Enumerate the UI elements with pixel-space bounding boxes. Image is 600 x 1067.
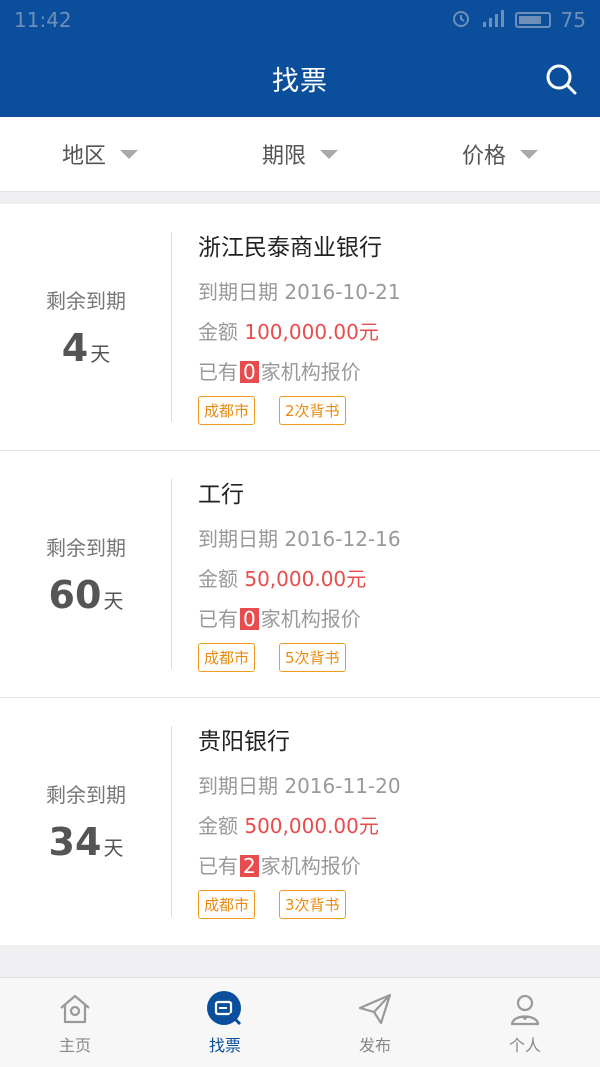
tag-city: 成都市 bbox=[198, 396, 256, 425]
quote-count-badge: 2 bbox=[240, 855, 259, 877]
nav-label: 发布 bbox=[358, 1035, 391, 1055]
amount-prefix: 金额 bbox=[198, 320, 238, 344]
tag-list: 成都市 3次背书 bbox=[198, 890, 600, 919]
page-title: 找票 bbox=[272, 66, 328, 97]
quote-suffix: 家机构报价 bbox=[260, 854, 361, 878]
quote-line: 已有 0 家机构报价 bbox=[198, 603, 600, 631]
amount-value: 500,000.00元 bbox=[244, 814, 379, 838]
tag-endorsement: 5次背书 bbox=[279, 643, 346, 672]
remain-days-number: 4 bbox=[61, 325, 89, 370]
nav-profile[interactable]: 个人 bbox=[450, 978, 600, 1067]
due-prefix: 到期日期 bbox=[198, 774, 278, 798]
remain-label: 剩余到期 bbox=[46, 783, 126, 807]
status-icons: 75 bbox=[451, 8, 586, 33]
remain-block: 剩余到期 34 天 bbox=[0, 698, 172, 945]
bill-details: 浙江民泰商业银行 到期日期 2016-10-21 金额 100,000.00元 … bbox=[172, 204, 600, 450]
quote-suffix: 家机构报价 bbox=[260, 360, 361, 384]
tag-endorsement: 2次背书 bbox=[279, 396, 346, 425]
home-icon bbox=[56, 990, 94, 1028]
alarm-icon bbox=[451, 8, 471, 33]
quote-prefix: 已有 bbox=[198, 607, 238, 631]
tag-city: 成都市 bbox=[198, 890, 256, 919]
paper-plane-icon bbox=[356, 990, 394, 1028]
due-date: 2016-10-21 bbox=[284, 280, 401, 304]
bill-details: 工行 到期日期 2016-12-16 金额 50,000.00元 已有 0 家机构报… bbox=[172, 451, 600, 697]
remain-days: 4天 bbox=[62, 326, 110, 370]
remain-days: 34 天 bbox=[49, 820, 124, 864]
nav-find-ticket[interactable]: 找票 bbox=[150, 978, 300, 1067]
amount-value: 100,000.00元 bbox=[244, 320, 379, 344]
nav-home[interactable]: 主页 bbox=[0, 978, 150, 1067]
chevron-down-icon bbox=[320, 149, 338, 159]
app-header: 找票 bbox=[0, 40, 600, 117]
remain-days-number: 60 bbox=[48, 572, 102, 617]
status-time: 11:42 bbox=[14, 8, 72, 32]
due-date: 2016-11-20 bbox=[284, 774, 401, 798]
nav-label: 主页 bbox=[58, 1035, 91, 1055]
amount-line: 金额 100,000.00元 bbox=[198, 316, 600, 344]
amount-prefix: 金额 bbox=[198, 567, 238, 591]
bill-card[interactable]: 剩余到期 4天 浙江民泰商业银行 到期日期 2016-10-21 金额 100,… bbox=[0, 204, 600, 451]
filter-region[interactable]: 地区 bbox=[0, 138, 200, 170]
amount-value: 50,000.00元 bbox=[244, 567, 367, 591]
battery-icon bbox=[514, 12, 551, 28]
status-bar: 11:42 75 bbox=[0, 0, 600, 40]
filter-price[interactable]: 价格 bbox=[400, 138, 600, 170]
bank-name: 贵阳银行 bbox=[198, 729, 290, 755]
remain-unit: 天 bbox=[103, 836, 124, 860]
bill-card[interactable]: 剩余到期 60 天 工行 到期日期 2016-12-16 金额 50,000.00… bbox=[0, 451, 600, 698]
tag-list: 成都市 2次背书 bbox=[198, 396, 600, 425]
remain-days: 60 天 bbox=[49, 573, 124, 617]
remain-days-number: 34 bbox=[48, 820, 102, 864]
remain-label: 剩余到期 bbox=[46, 288, 126, 313]
remain-label: 剩余到期 bbox=[46, 535, 126, 560]
nav-label: 个人 bbox=[508, 1035, 541, 1055]
nav-label: 找票 bbox=[208, 1035, 241, 1055]
due-date-line: 到期日期 2016-12-16 bbox=[198, 523, 600, 551]
tag-city: 成都市 bbox=[198, 643, 256, 672]
bill-list: 剩余到期 4天 浙江民泰商业银行 到期日期 2016-10-21 金额 100,… bbox=[0, 204, 600, 945]
quote-line: 已有 2 家机构报价 bbox=[198, 850, 600, 878]
person-icon bbox=[506, 990, 544, 1028]
remain-unit: 天 bbox=[103, 588, 124, 613]
remain-block: 剩余到期 4天 bbox=[0, 204, 172, 450]
bottom-nav: 主页 找票 发布 个人 bbox=[0, 977, 600, 1067]
filter-bar: 地区 期限 价格 bbox=[0, 117, 600, 192]
due-date: 2016-12-16 bbox=[284, 527, 401, 551]
filter-label: 价格 bbox=[461, 144, 506, 169]
quote-prefix: 已有 bbox=[198, 854, 238, 878]
search-icon bbox=[546, 64, 577, 94]
due-date-line: 到期日期 2016-10-21 bbox=[198, 276, 600, 304]
ticket-search-icon bbox=[206, 990, 244, 1028]
tag-endorsement: 3次背书 bbox=[279, 890, 346, 919]
remain-block: 剩余到期 60 天 bbox=[0, 451, 172, 697]
chevron-down-icon bbox=[120, 149, 138, 159]
quote-prefix: 已有 bbox=[198, 360, 238, 384]
bill-card[interactable]: 剩余到期 34 天 贵阳银行 到期日期 2016-11-20 金额 500,000… bbox=[0, 698, 600, 945]
signal-icon bbox=[481, 8, 505, 33]
amount-line: 金额 500,000.00元 bbox=[198, 810, 600, 838]
due-prefix: 到期日期 bbox=[198, 527, 278, 551]
battery-level: 75 bbox=[560, 8, 586, 32]
nav-publish[interactable]: 发布 bbox=[300, 978, 450, 1067]
due-prefix: 到期日期 bbox=[198, 280, 278, 304]
bank-name: 浙江民泰商业银行 bbox=[198, 235, 382, 261]
chevron-down-icon bbox=[520, 149, 538, 159]
filter-term[interactable]: 期限 bbox=[200, 138, 400, 170]
filter-label: 地区 bbox=[61, 144, 106, 169]
amount-prefix: 金额 bbox=[198, 814, 238, 838]
quote-count-badge: 0 bbox=[240, 608, 259, 630]
due-date-line: 到期日期 2016-11-20 bbox=[198, 770, 600, 798]
amount-line: 金额 50,000.00元 bbox=[198, 563, 600, 591]
quote-suffix: 家机构报价 bbox=[260, 607, 361, 631]
tag-list: 成都市 5次背书 bbox=[198, 643, 600, 672]
search-button[interactable] bbox=[544, 62, 578, 96]
quote-line: 已有 0 家机构报价 bbox=[198, 356, 600, 384]
remain-unit: 天 bbox=[90, 341, 111, 366]
bill-details: 贵阳银行 到期日期 2016-11-20 金额 500,000.00元 已有 2 家… bbox=[172, 698, 600, 945]
filter-label: 期限 bbox=[261, 144, 306, 169]
bank-name: 工行 bbox=[198, 482, 244, 508]
quote-count-badge: 0 bbox=[240, 361, 259, 383]
